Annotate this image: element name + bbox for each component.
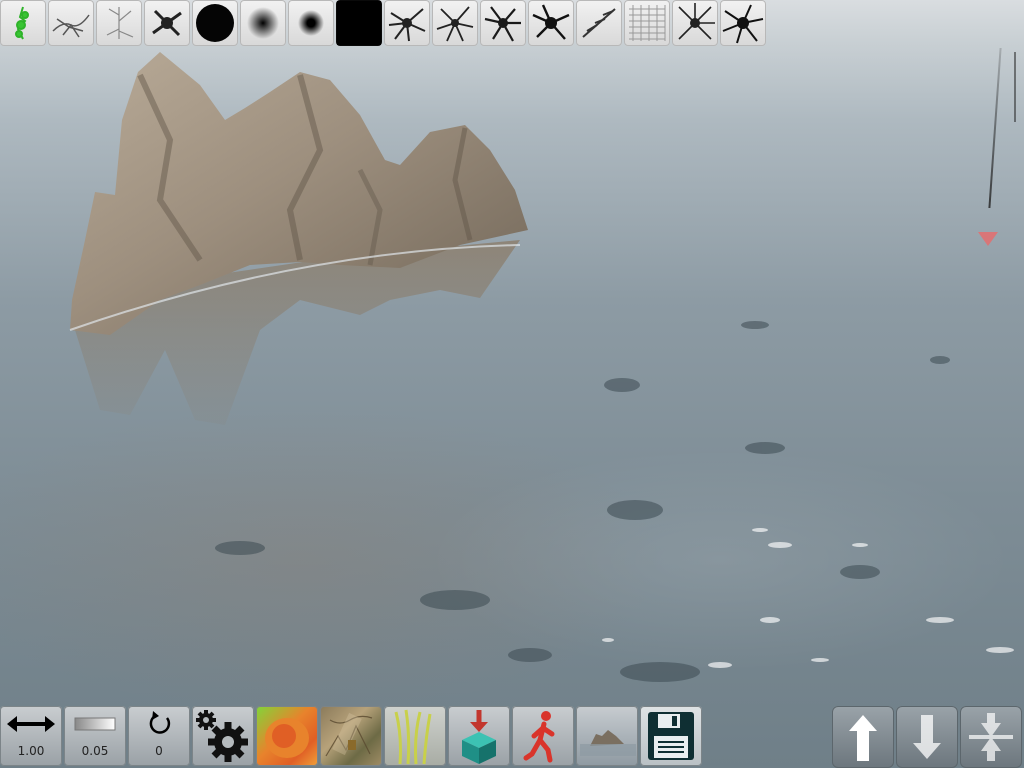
place-object-icon	[462, 710, 496, 764]
streak-brush-icon[interactable]	[576, 0, 622, 46]
terrain-preview-button[interactable]	[576, 706, 638, 766]
burst-brush-4-icon[interactable]	[528, 0, 574, 46]
flatten-button[interactable]	[960, 706, 1022, 768]
heightmap-paint-button[interactable]	[256, 706, 318, 766]
burst-brush-2-icon[interactable]	[432, 0, 478, 46]
settings-gear-icon	[196, 710, 248, 762]
walk-mode-button[interactable]	[512, 706, 574, 766]
place-object-button[interactable]	[448, 706, 510, 766]
green-scatter-brush-icon[interactable]	[0, 0, 46, 46]
heightmap-paint-icon	[265, 718, 309, 758]
raise-arrow-icon	[849, 715, 877, 761]
burst-brush-5-icon[interactable]	[672, 0, 718, 46]
world-boundary-edge	[1014, 52, 1016, 122]
size-slider-button[interactable]: 1.00	[0, 706, 62, 766]
ground-texture-button[interactable]	[320, 706, 382, 766]
opacity-value: 0.05	[81, 744, 109, 758]
solid-square-brush-icon[interactable]	[336, 0, 382, 46]
settings-button[interactable]	[192, 706, 254, 766]
burst-brush-icon[interactable]	[384, 0, 430, 46]
brush-bar	[0, 0, 768, 48]
splat-brush-icon[interactable]	[144, 0, 190, 46]
lower-arrow-icon	[913, 715, 941, 759]
terrain-viewport[interactable]	[0, 0, 1024, 768]
terrain-scene[interactable]	[0, 0, 1024, 768]
burst-brush-3-icon[interactable]	[480, 0, 526, 46]
lower-button[interactable]	[896, 706, 958, 768]
ground-texture-icon	[325, 712, 373, 757]
light-branch-brush-icon[interactable]	[96, 0, 142, 46]
camera-marker-icon	[978, 232, 998, 246]
hard-round-brush-icon[interactable]	[192, 0, 238, 46]
grass-button[interactable]	[384, 706, 446, 766]
opacity-slider-icon	[74, 717, 116, 731]
rotation-value: 0	[155, 744, 163, 758]
flatten-icon	[969, 713, 1013, 761]
size-value: 1.00	[17, 744, 45, 758]
rotation-icon	[149, 711, 171, 734]
small-round-brush-icon[interactable]	[288, 0, 334, 46]
soft-round-brush-icon[interactable]	[240, 0, 286, 46]
grass-icon	[394, 709, 432, 765]
burst-brush-6-icon[interactable]	[720, 0, 766, 46]
opacity-slider-button[interactable]: 0.05	[64, 706, 126, 766]
dark-scatter-brush-icon[interactable]	[48, 0, 94, 46]
walk-mode-icon	[523, 711, 555, 763]
raise-button[interactable]	[832, 706, 894, 768]
size-slider-icon	[7, 716, 55, 732]
rotation-button[interactable]: 0	[128, 706, 190, 766]
texture-brush-icon[interactable]	[624, 0, 670, 46]
save-button[interactable]	[640, 706, 702, 766]
terrain-preview-icon	[580, 730, 636, 756]
save-icon	[648, 712, 694, 760]
